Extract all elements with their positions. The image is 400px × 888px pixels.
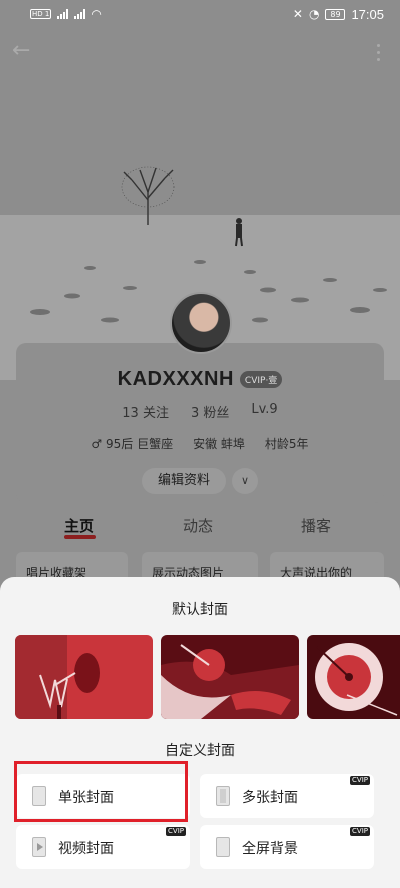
turntable-illustration — [161, 635, 299, 719]
custom-cover-title: 自定义封面 — [165, 743, 235, 759]
video-cover-option[interactable]: 视频封面 CVIP — [16, 825, 190, 869]
battery-icon: 89 — [325, 8, 346, 20]
fullscreen-background-label: 全屏背景 — [242, 841, 298, 857]
profile-tabs: 主页 动态 播客 — [0, 515, 400, 545]
video-icon — [32, 837, 46, 857]
tab-home[interactable]: 主页 — [64, 515, 94, 536]
speed-icon: ◔ — [308, 7, 320, 21]
profile-stats: 13 关注 3 粉丝 Lv.9 — [0, 402, 400, 421]
wifi-icon: ◠ — [91, 7, 102, 21]
video-cover-label: 视频封面 — [58, 841, 114, 857]
tab-dynamics[interactable]: 动态 — [183, 515, 213, 536]
multi-cover-option[interactable]: 多张封面 CVIP — [200, 774, 374, 818]
vip-badge[interactable]: CVIP·壹 — [239, 371, 283, 388]
more-vertical-icon[interactable] — [372, 38, 384, 66]
default-covers — [15, 635, 400, 719]
status-time: 17:05 — [351, 6, 384, 22]
selection-highlight — [14, 761, 188, 822]
profile-info: ♂ 95后 巨蟹座 安徽 蚌埠 村龄5年 — [0, 435, 400, 452]
network-hd-badge: HD 1 — [30, 9, 52, 19]
default-cover-title: 默认封面 — [172, 602, 228, 618]
vinyl-illustration — [307, 635, 400, 719]
mute-icon: ✕ — [292, 7, 303, 21]
edit-row: 编辑资料 ∨ — [0, 468, 400, 494]
multi-cover-label: 多张封面 — [242, 790, 298, 806]
back-arrow-icon[interactable]: ← — [12, 38, 40, 66]
tab-podcast[interactable]: 播客 — [301, 515, 331, 536]
edit-profile-button[interactable]: 编辑资料 — [141, 468, 226, 494]
cover-picker-sheet: 默认封面 自定义封面 单张封面 多张封面 CVIP 视频封面 CVIP 全屏背景… — [0, 577, 400, 888]
multi-image-icon — [216, 786, 230, 806]
tab-indicator — [64, 535, 96, 539]
vip-tag: CVIP — [350, 827, 370, 836]
level-badge[interactable]: Lv.9 — [251, 402, 277, 421]
fullscreen-icon — [216, 837, 230, 857]
username: KADXXXNH — [117, 368, 234, 390]
vip-tag: CVIP — [166, 827, 186, 836]
follow-count[interactable]: 13 关注 — [122, 402, 169, 421]
fullscreen-background-option[interactable]: 全屏背景 CVIP — [200, 825, 374, 869]
microphone-illustration — [15, 635, 153, 719]
signal-icon — [74, 9, 86, 19]
village-age: 村龄5年 — [264, 437, 309, 451]
cover-option[interactable] — [161, 635, 299, 719]
status-bar: HD 1 ◠ ✕ ◔ 89 17:05 — [0, 0, 400, 28]
cover-option[interactable] — [15, 635, 153, 719]
top-bar: ← — [0, 36, 400, 66]
cover-option[interactable] — [307, 635, 400, 719]
avatar[interactable] — [170, 292, 232, 354]
username-row: KADXXXNH CVIP·壹 — [0, 368, 400, 391]
vip-tag: CVIP — [350, 776, 370, 785]
age-sign: ♂ 95后 巨蟹座 — [91, 437, 174, 451]
location: 安徽 蚌埠 — [193, 437, 245, 451]
chevron-down-icon[interactable]: ∨ — [232, 468, 258, 494]
fans-count[interactable]: 3 粉丝 — [191, 402, 229, 421]
signal-icon — [57, 9, 69, 19]
